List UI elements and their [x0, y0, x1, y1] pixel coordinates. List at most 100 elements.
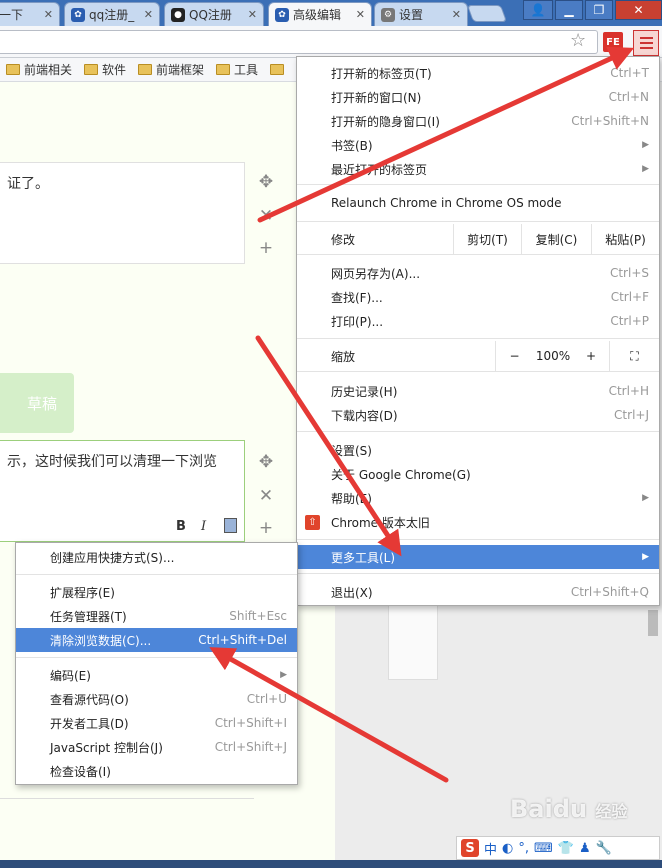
bookmark-folder[interactable]: 工具: [216, 61, 258, 78]
editor-text: 示，这时候我们可以清理一下浏览: [7, 454, 217, 470]
toolbar: [0, 26, 662, 58]
tab-5[interactable]: ⚙ 设置 ✕: [374, 2, 468, 26]
menu-separator: [297, 254, 659, 255]
menu-separator: [16, 574, 297, 575]
close-icon[interactable]: ✕: [248, 8, 257, 21]
menu-item-exit[interactable]: 退出(X) Ctrl+Shift+Q: [297, 580, 659, 604]
tab-4-active[interactable]: ✿ 高级编辑 ✕: [268, 2, 372, 26]
add-icon[interactable]: +: [257, 238, 275, 258]
editor-text: 证了。: [7, 176, 49, 192]
delete-icon[interactable]: ✕: [257, 206, 275, 226]
menu-item-create-shortcut[interactable]: 创建应用快捷方式(S)...: [16, 545, 297, 569]
menu-item-task-manager[interactable]: 任务管理器(T) Shift+Esc: [16, 604, 297, 628]
cut-button[interactable]: 剪切(T): [453, 224, 521, 254]
editor-block-2[interactable]: 示，这时候我们可以清理一下浏览: [0, 440, 245, 542]
taskbar: [0, 860, 662, 868]
paste-button[interactable]: 粘贴(P): [591, 224, 659, 254]
menu-item-save-as[interactable]: 网页另存为(A)... Ctrl+S: [297, 261, 659, 285]
gear-icon: ⚙: [381, 7, 395, 22]
zoom-label: 缩放: [331, 349, 356, 364]
tab-2[interactable]: ✿ qq注册_ ✕: [64, 2, 160, 26]
menu-item-downloads[interactable]: 下载内容(D) Ctrl+J: [297, 403, 659, 427]
close-window-icon[interactable]: ✕: [615, 0, 662, 20]
bookmark-label: 前端相关: [24, 63, 73, 77]
ime-toolbar[interactable]: S 中 ◐ °, ⌨ 👕 ♟ 🔧: [456, 836, 660, 860]
tab-label: 高级编辑: [293, 8, 342, 22]
draft-button[interactable]: 草稿: [0, 373, 74, 433]
menu-item-incognito[interactable]: 打开新的隐身窗口(I) Ctrl+Shift+N: [297, 109, 659, 133]
menu-item-extensions[interactable]: 扩展程序(E): [16, 580, 297, 604]
menu-row-edit: 修改 剪切(T) 复制(C) 粘贴(P): [297, 224, 659, 254]
zoom-in-button[interactable]: +: [573, 349, 609, 363]
restore-icon[interactable]: ❐: [585, 0, 613, 20]
menu-item-new-tab[interactable]: 打开新的标签页(T) Ctrl+T: [297, 61, 659, 85]
menu-item-new-window[interactable]: 打开新的窗口(N) Ctrl+N: [297, 85, 659, 109]
menu-item-encoding[interactable]: 编码(E) ▶: [16, 663, 297, 687]
bookmark-label: 前端框架: [156, 63, 205, 77]
user-icon[interactable]: 👤: [523, 0, 553, 20]
qq-penguin-icon: ●: [171, 7, 185, 22]
minimize-icon[interactable]: ▁: [555, 0, 583, 20]
chrome-menu-button[interactable]: [633, 30, 659, 56]
menu-item-recent-tabs[interactable]: 最近打开的标签页 ▶: [297, 157, 659, 181]
bookmark-folder[interactable]: 软件: [84, 61, 126, 78]
menu-item-find[interactable]: 查找(F)... Ctrl+F: [297, 285, 659, 309]
user-icon[interactable]: ♟: [579, 841, 591, 856]
half-width-icon[interactable]: ◐: [502, 841, 513, 856]
menu-item-dev-tools[interactable]: 开发者工具(D) Ctrl+Shift+I: [16, 711, 297, 735]
bookmark-label: 软件: [102, 63, 127, 77]
menu-item-inspect-devices[interactable]: 检查设备(I): [16, 759, 297, 783]
bookmark-folder[interactable]: 前端相关: [6, 61, 72, 78]
menu-item-print[interactable]: 打印(P)... Ctrl+P: [297, 309, 659, 333]
more-tools-submenu: 创建应用快捷方式(S)... 扩展程序(E) 任务管理器(T) Shift+Esc…: [15, 542, 298, 785]
image-icon[interactable]: [224, 518, 237, 533]
close-icon[interactable]: ✕: [452, 8, 461, 21]
punctuation-icon[interactable]: °,: [518, 841, 529, 856]
submenu-arrow-icon: ▶: [642, 164, 649, 174]
new-tab-button[interactable]: [466, 5, 508, 22]
bookmark-folder[interactable]: 前端框架: [138, 61, 204, 78]
italic-button[interactable]: I: [201, 519, 206, 534]
close-icon[interactable]: ✕: [44, 8, 53, 21]
tab-1[interactable]: 一下 ✕: [0, 2, 60, 26]
menu-item-relaunch[interactable]: Relaunch Chrome in Chrome OS mode: [297, 191, 659, 215]
tools-icon[interactable]: 🔧: [596, 841, 612, 856]
menu-item-settings[interactable]: 设置(S): [297, 438, 659, 462]
copy-button[interactable]: 复制(C): [521, 224, 591, 254]
baidu-paw-icon: ✿: [275, 7, 289, 22]
address-bar[interactable]: [0, 30, 598, 54]
menu-item-bookmarks[interactable]: 书签(B) ▶: [297, 133, 659, 157]
menu-item-history[interactable]: 历史记录(H) Ctrl+H: [297, 379, 659, 403]
skin-icon[interactable]: 👕: [558, 841, 574, 856]
edit-label: 修改: [331, 232, 356, 247]
tab-label: qq注册_: [89, 8, 135, 22]
bold-button[interactable]: B: [176, 519, 186, 534]
tab-3[interactable]: ● QQ注册 ✕: [164, 2, 264, 26]
scrollbar[interactable]: [648, 610, 658, 636]
close-icon[interactable]: ✕: [144, 8, 153, 21]
menu-item-about[interactable]: 关于 Google Chrome(G): [297, 462, 659, 486]
submenu-arrow-icon: ▶: [642, 493, 649, 503]
menu-item-help[interactable]: 帮助(E) ▶: [297, 486, 659, 510]
menu-item-more-tools[interactable]: 更多工具(L) ▶: [297, 545, 659, 569]
menu-separator: [297, 371, 659, 372]
folder-icon: [6, 64, 20, 75]
fe-extension-icon[interactable]: FE: [603, 32, 623, 52]
menu-item-clear-browsing-data[interactable]: 清除浏览数据(C)... Ctrl+Shift+Del: [16, 628, 297, 652]
close-icon[interactable]: ✕: [356, 8, 365, 21]
menu-item-update[interactable]: ⇧ Chrome 版本太旧: [297, 510, 659, 534]
delete-icon[interactable]: ✕: [257, 486, 275, 506]
star-icon[interactable]: ☆: [570, 30, 586, 51]
zoom-out-button[interactable]: −: [495, 341, 533, 371]
folder-icon: [138, 64, 153, 75]
move-icon[interactable]: ✥: [257, 452, 275, 472]
menu-item-view-source[interactable]: 查看源代码(O) Ctrl+U: [16, 687, 297, 711]
editor-block-1[interactable]: 证了。: [0, 162, 245, 264]
keyboard-icon[interactable]: ⌨: [534, 841, 553, 856]
menu-item-js-console[interactable]: JavaScript 控制台(J) Ctrl+Shift+J: [16, 735, 297, 759]
move-icon[interactable]: ✥: [257, 172, 275, 192]
bookmark-folder[interactable]: [270, 64, 285, 75]
fullscreen-icon[interactable]: ⛶: [609, 341, 659, 371]
ime-language[interactable]: 中: [484, 839, 497, 858]
add-icon[interactable]: +: [257, 518, 275, 538]
